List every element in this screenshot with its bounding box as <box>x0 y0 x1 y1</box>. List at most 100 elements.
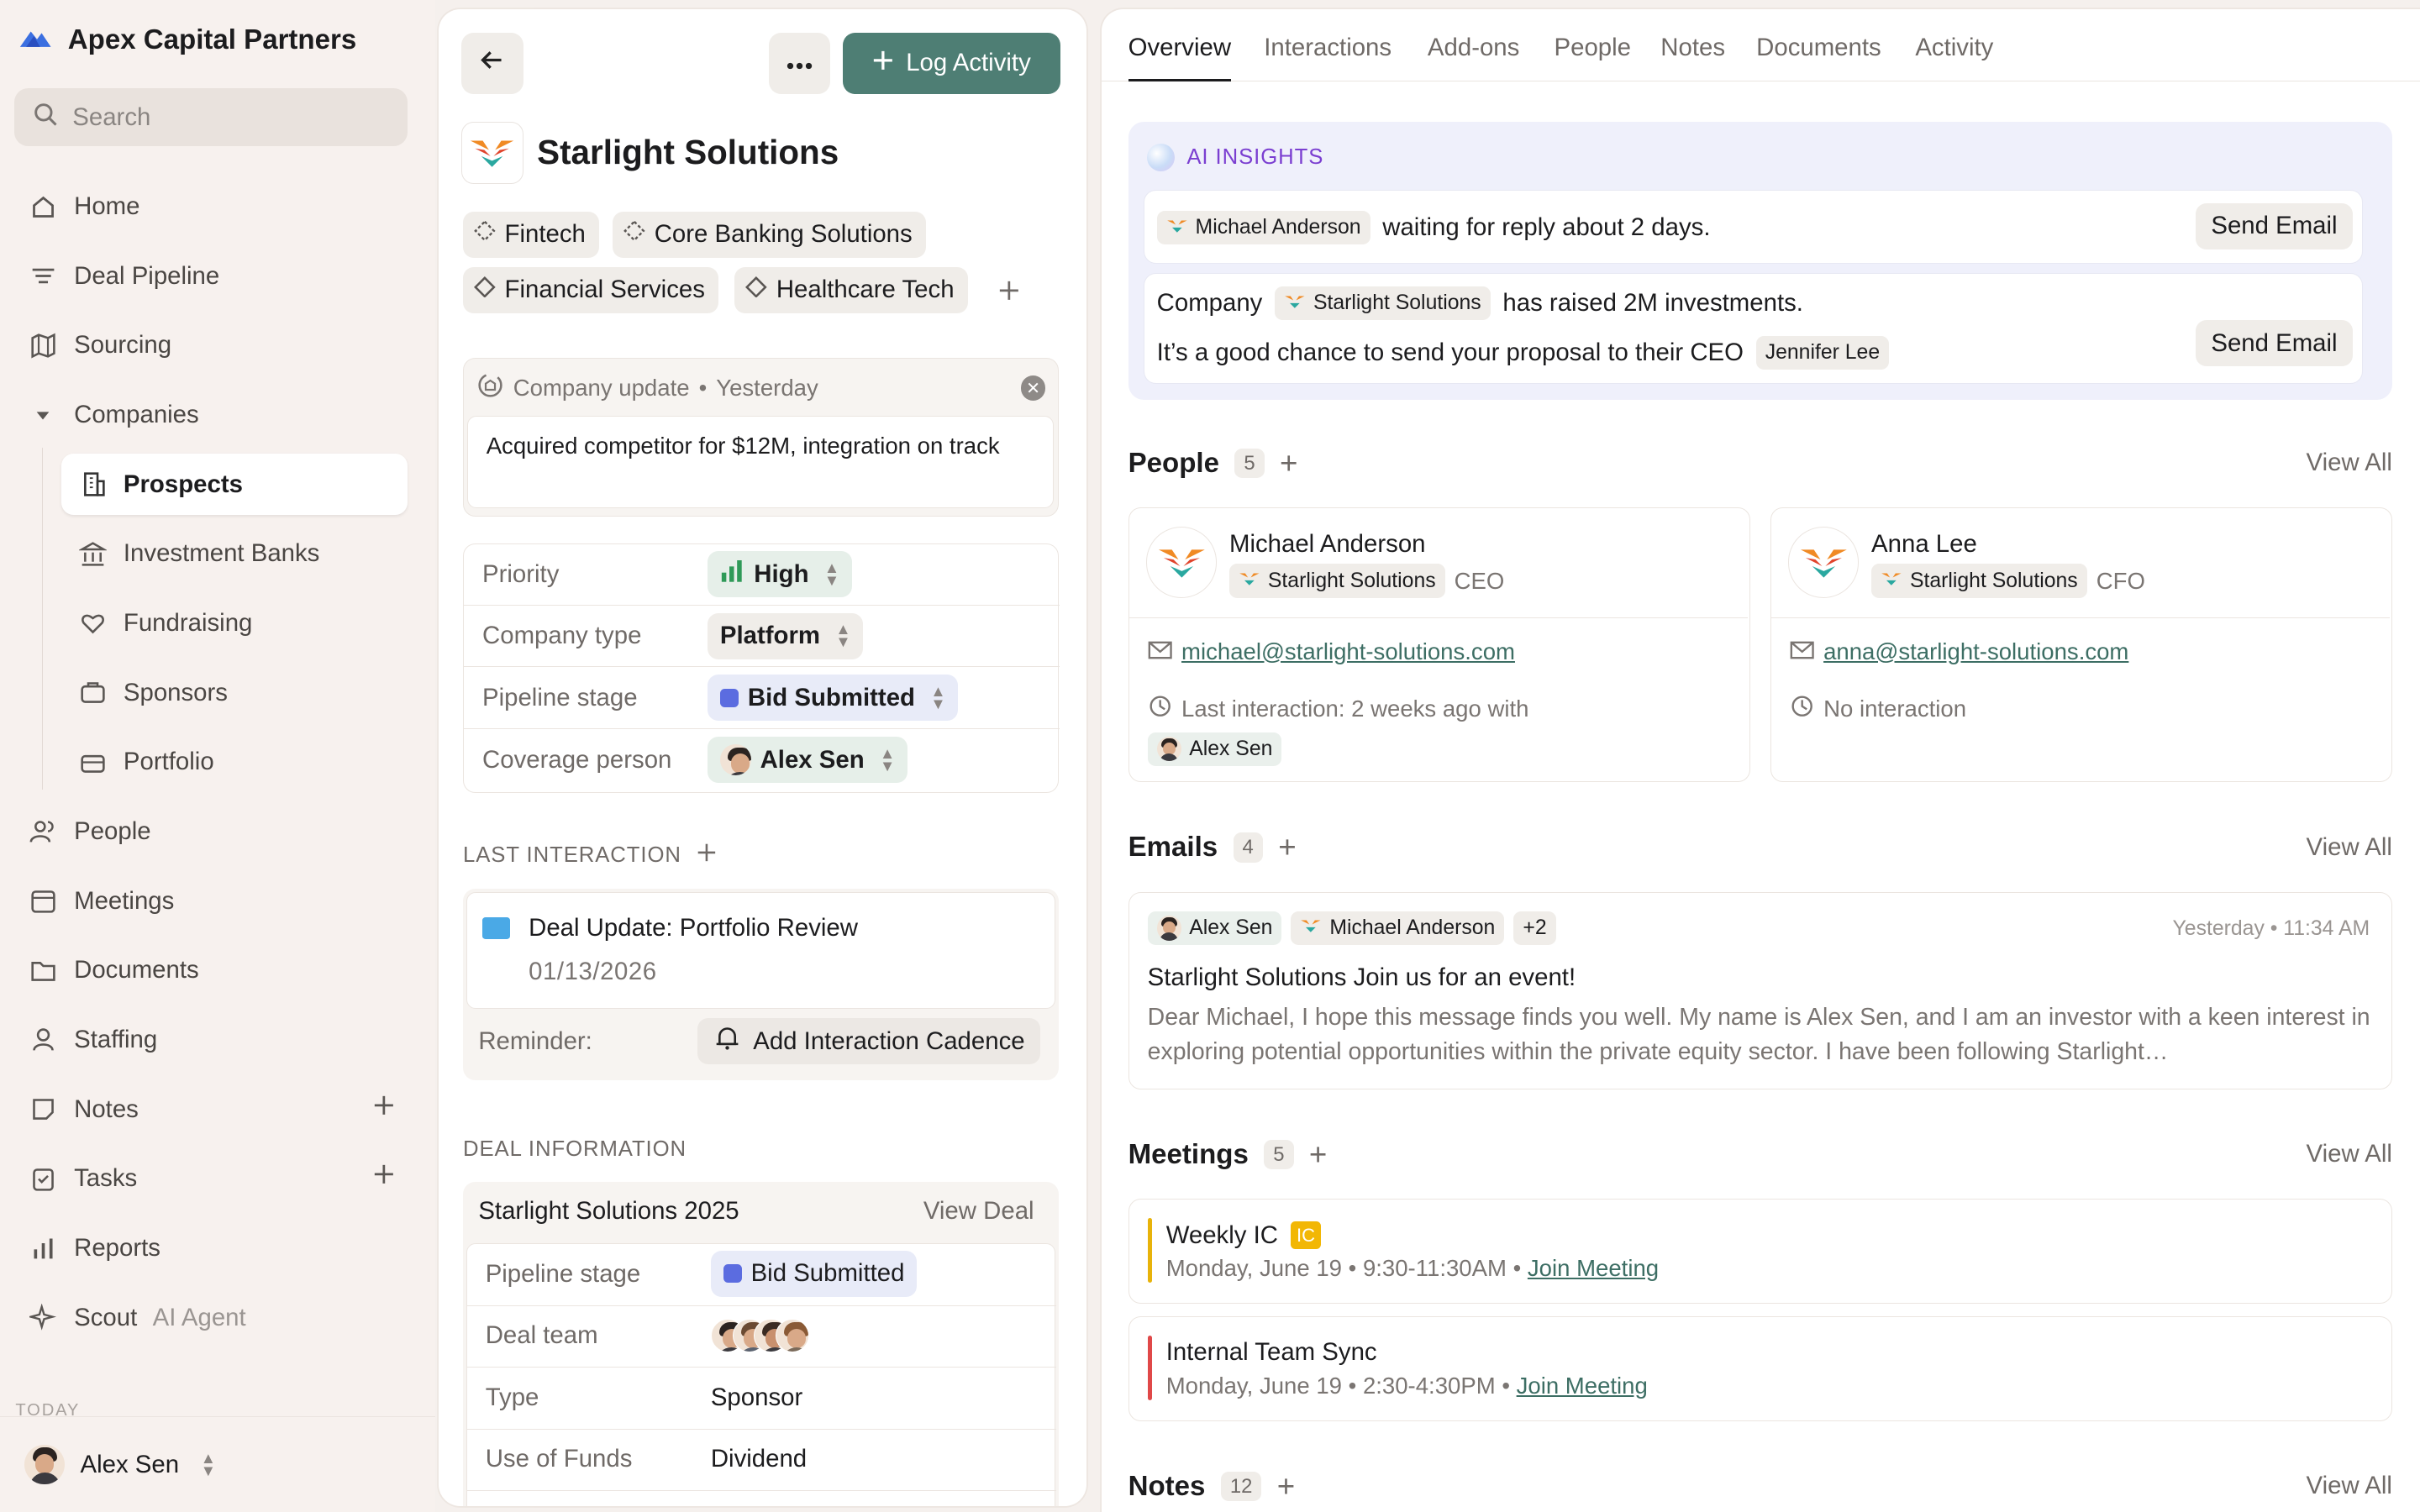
log-activity-button[interactable]: Log Activity <box>842 32 1060 95</box>
tab-add-ons[interactable]: Add-ons <box>1428 34 1519 81</box>
people-view-all-link[interactable]: View All <box>2307 449 2392 477</box>
add-note-plus-icon[interactable]: + <box>1277 1469 1295 1504</box>
dismiss-update-icon[interactable]: ✕ <box>1020 375 1046 401</box>
nav-home-label: Home <box>74 192 140 221</box>
today-heading: TODAY <box>15 1400 81 1417</box>
tab-bar: Overview Interactions Add-ons People Not… <box>1102 9 2420 82</box>
nav-investment-banks[interactable]: Investment Banks <box>61 523 407 585</box>
nav-tasks[interactable]: Tasks <box>28 1148 408 1210</box>
tab-notes[interactable]: Notes <box>1660 34 1725 81</box>
add-cadence-button[interactable]: Add Interaction Cadence <box>697 1018 1040 1065</box>
emails-view-all-link[interactable]: View All <box>2307 833 2392 862</box>
join-meeting-link[interactable]: Join Meeting <box>1528 1255 1659 1281</box>
meeting-day: Monday, June 19 <box>1165 1372 1342 1399</box>
user-menu[interactable]: Alex Sen ▲ ▼ <box>0 1416 435 1512</box>
person-chip[interactable]: Jennifer Lee <box>1755 335 1890 370</box>
home-icon <box>28 192 59 223</box>
tab-interactions[interactable]: Interactions <box>1264 34 1392 81</box>
tag-healthcare-tech[interactable]: Healthcare Tech <box>734 266 969 313</box>
add-person-plus-icon[interactable]: + <box>1280 446 1297 481</box>
chip-label: Alex Sen <box>1189 737 1273 760</box>
insight-text: Company <box>1156 288 1263 317</box>
company-chip[interactable]: Starlight Solutions <box>1275 286 1491 321</box>
add-tag-plus-icon[interactable] <box>998 279 1020 307</box>
nav-prospects[interactable]: Prospects <box>61 453 408 516</box>
nav-staffing[interactable]: Staffing <box>28 1009 408 1070</box>
send-email-button[interactable]: Send Email <box>2196 320 2353 367</box>
person-chip[interactable]: Michael Anderson <box>1291 911 1505 946</box>
add-interaction-plus-icon[interactable] <box>697 843 717 869</box>
person-chip[interactable]: Alex Sen <box>1147 911 1282 946</box>
add-email-plus-icon[interactable]: + <box>1278 830 1296 865</box>
company-chip[interactable]: Starlight Solutions <box>1228 564 1445 598</box>
join-meeting-link[interactable]: Join Meeting <box>1517 1373 1648 1399</box>
company-chip[interactable]: Starlight Solutions <box>1871 564 2087 598</box>
history-icon <box>1148 694 1172 724</box>
priority-select[interactable]: High ▲ ▼ <box>708 551 852 598</box>
coverage-person-select[interactable]: Alex Sen ▲ ▼ <box>708 737 908 784</box>
view-deal-link[interactable]: View Deal <box>923 1197 1034 1226</box>
send-email-button[interactable]: Send Email <box>2196 202 2353 249</box>
notes-view-all-link[interactable]: View All <box>2307 1472 2392 1500</box>
tag-financial-services[interactable]: Financial Services <box>462 266 719 313</box>
prop-company-type: Company type Platform ▲ ▼ <box>463 606 1060 668</box>
meetings-view-all-link[interactable]: View All <box>2307 1140 2392 1168</box>
nav-deal-pipeline[interactable]: Deal Pipeline <box>28 245 408 307</box>
meeting-item[interactable]: Weekly IC IC Monday, June 19 • 9:30-11:3… <box>1128 1199 2392 1304</box>
nav-sponsors[interactable]: Sponsors <box>61 662 407 723</box>
interaction-item[interactable]: Deal Update: Portfolio Review 01/13/2026 <box>466 891 1056 1010</box>
chart-icon <box>28 1233 59 1264</box>
add-cadence-label: Add Interaction Cadence <box>753 1026 1025 1055</box>
brand[interactable]: Apex Capital Partners <box>18 18 356 61</box>
email-subject: Starlight Solutions Join us for an event… <box>1147 963 1576 992</box>
ai-insights-panel: AI INSIGHTS Michael Anderson waiting for… <box>1128 122 2392 400</box>
ai-insight-row: Company Starlight Solutions has raised 2… <box>1143 273 2363 385</box>
insight-text: has raised 2M investments. <box>1502 288 1803 317</box>
tab-activity[interactable]: Activity <box>1915 34 1993 81</box>
person-chip[interactable]: Alex Sen <box>1147 732 1282 766</box>
nav-sourcing[interactable]: Sourcing <box>28 315 408 376</box>
add-meeting-plus-icon[interactable]: + <box>1309 1137 1327 1173</box>
tab-people[interactable]: People <box>1555 34 1631 81</box>
meeting-item[interactable]: Internal Team Sync Monday, June 19 • 2:3… <box>1128 1315 2392 1421</box>
deal-stage-pill[interactable]: Bid Submitted <box>710 1250 918 1297</box>
back-button[interactable] <box>461 32 523 95</box>
tab-overview[interactable]: Overview <box>1128 34 1232 82</box>
prop-label: Pipeline stage <box>485 1259 641 1288</box>
deal-type-value: Sponsor <box>710 1383 803 1411</box>
emails-section-title: Emails 4 + <box>1128 830 1297 865</box>
person-card[interactable]: Michael Anderson Starlight Solutions CEO… <box>1128 507 1750 783</box>
note-icon <box>28 1094 59 1125</box>
add-note-plus-icon[interactable] <box>373 1094 395 1122</box>
tag-label: Fintech <box>504 220 586 249</box>
tab-documents[interactable]: Documents <box>1756 34 1881 81</box>
nav-people[interactable]: People <box>28 801 408 862</box>
nav-reports[interactable]: Reports <box>28 1217 408 1278</box>
nav-notes[interactable]: Notes <box>28 1079 408 1140</box>
prop-pipeline-stage: Pipeline stage Bid Submitted ▲ ▼ <box>463 667 1060 729</box>
pipeline-stage-select[interactable]: Bid Submitted ▲ ▼ <box>708 675 959 722</box>
send-email-label: Send Email <box>2211 212 2338 240</box>
nav-portfolio[interactable]: Portfolio <box>61 732 407 793</box>
tag-core-banking[interactable]: Core Banking Solutions <box>613 211 927 258</box>
deal-team: Deal team <box>466 1306 1057 1368</box>
nav-meetings[interactable]: Meetings <box>28 870 408 932</box>
more-button[interactable] <box>768 32 831 95</box>
deal-team-avatars[interactable] <box>710 1318 810 1352</box>
nav-home[interactable]: Home <box>28 176 408 237</box>
person-email-link[interactable]: anna@starlight-solutions.com <box>1823 638 2128 665</box>
nav-scout[interactable]: Scout AI Agent <box>28 1287 408 1348</box>
email-item[interactable]: Alex Sen Michael Anderson +2 Yesterday •… <box>1128 891 2392 1089</box>
add-task-plus-icon[interactable] <box>373 1163 395 1192</box>
search-input[interactable]: Search <box>13 87 408 147</box>
person-email-link[interactable]: michael@starlight-solutions.com <box>1181 638 1515 665</box>
chevron-updown-icon: ▲ ▼ <box>835 620 851 651</box>
nav-companies[interactable]: Companies <box>28 384 408 445</box>
nav-fundraising[interactable]: Fundraising <box>61 592 407 654</box>
tag-fintech[interactable]: Fintech <box>462 211 600 258</box>
person-card[interactable]: Anna Lee Starlight Solutions CFO anna@st… <box>1770 507 2392 783</box>
company-type-select[interactable]: Platform ▲ ▼ <box>708 612 864 659</box>
more-recipients-chip[interactable]: +2 <box>1513 911 1556 946</box>
person-chip[interactable]: Michael Anderson <box>1156 210 1370 245</box>
nav-documents[interactable]: Documents <box>28 940 408 1001</box>
